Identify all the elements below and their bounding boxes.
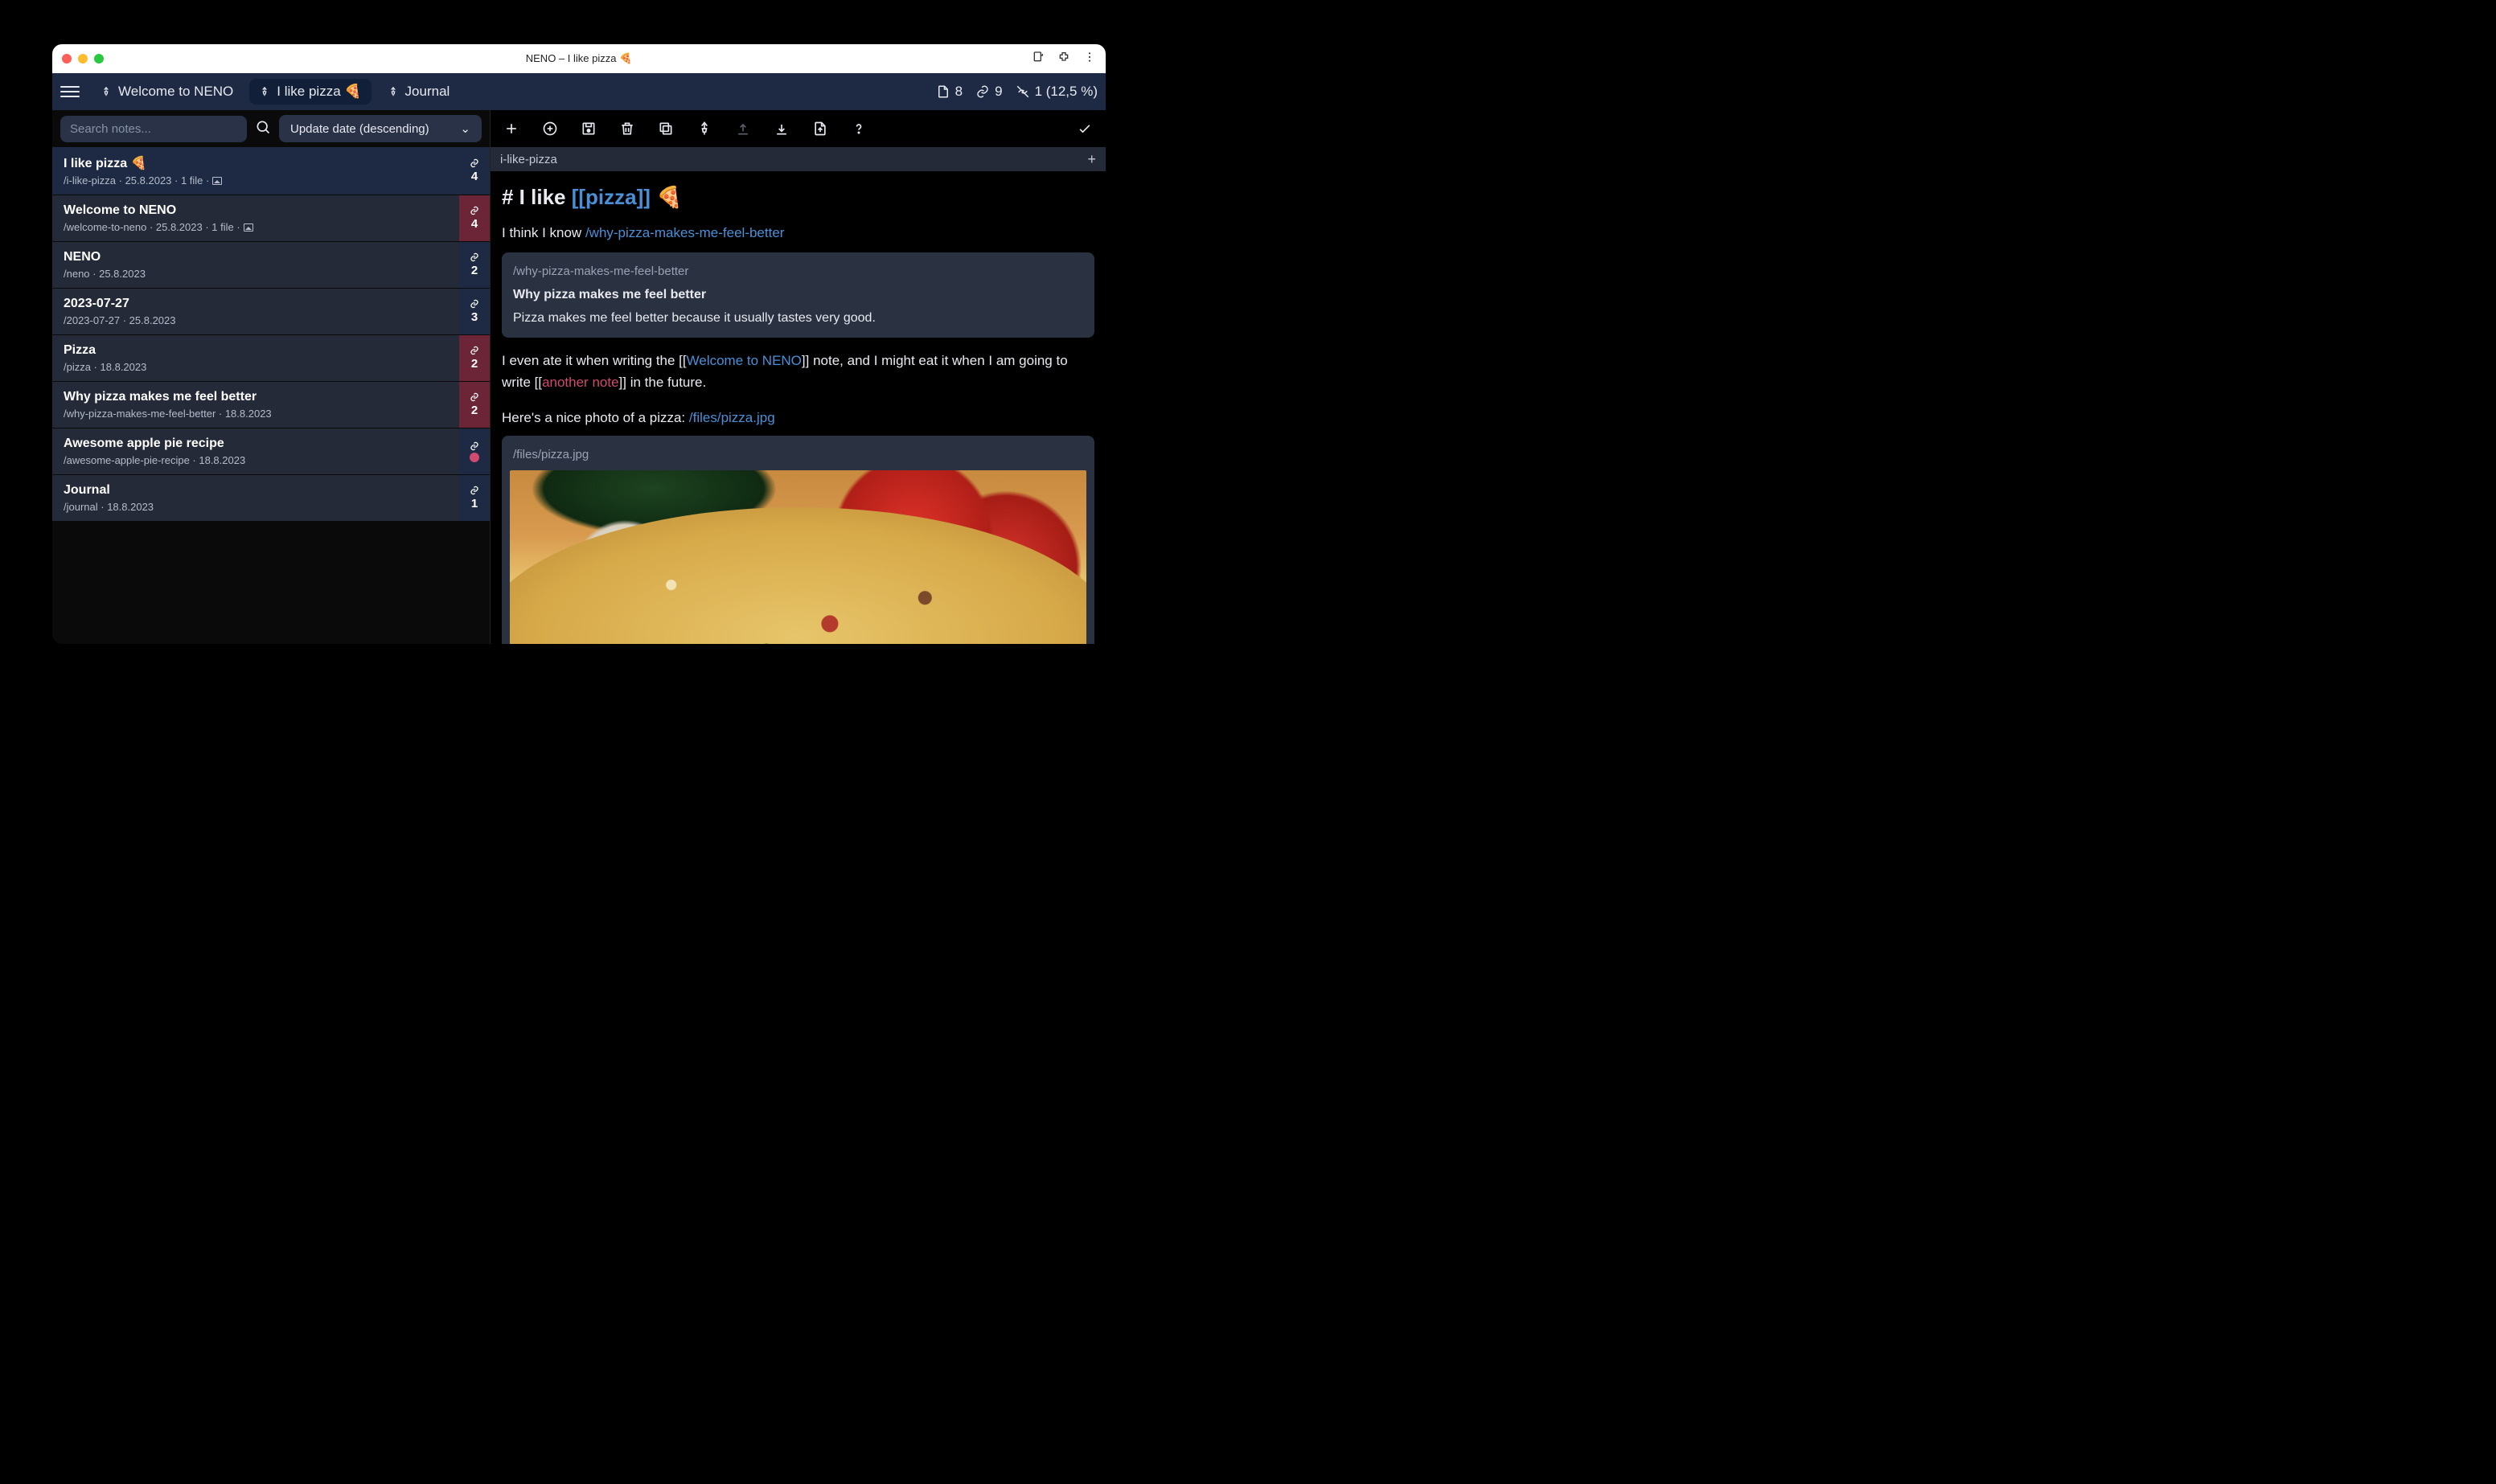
note-title: Why pizza makes me feel better (64, 390, 448, 404)
note-meta: /pizza · 18.8.2023 (64, 361, 448, 373)
maximize-window-button[interactable] (94, 54, 104, 64)
note-list-item[interactable]: Welcome to NENO/welcome-to-neno · 25.8.2… (52, 195, 490, 242)
topbar-stats: 8 9 1 (12,5 %) (936, 84, 1098, 100)
pinned-notes: Welcome to NENOI like pizza 🍕 Journal (91, 79, 459, 105)
note-title: Pizza (64, 343, 448, 358)
editor-line: Here's a nice photo of a pizza: /files/p… (502, 408, 1094, 428)
stat-links: 9 (975, 84, 1002, 100)
card-path: /why-pizza-makes-me-feel-better (513, 262, 1083, 281)
window-title: NENO – I like pizza 🍕 (526, 52, 633, 65)
link-icon (975, 84, 990, 99)
help-button[interactable] (851, 121, 867, 137)
image-icon (244, 223, 253, 232)
card-title: Why pizza makes me feel better (513, 285, 1083, 305)
note-meta: /welcome-to-neno · 25.8.2023 · 1 file · (64, 221, 448, 233)
note-list: I like pizza 🍕 /i-like-pizza · 25.8.2023 … (52, 147, 490, 644)
note-list-item[interactable]: 2023-07-27/2023-07-27 · 25.8.2023 3 (52, 289, 490, 335)
link-count-badge: 4 (459, 147, 490, 195)
note-heading: # I like [[pizza]] 🍕 (502, 181, 1094, 213)
link-count-badge: 2 (459, 335, 490, 381)
search-row: Update date (descending) ⌄ (52, 110, 490, 147)
stat-unlinked: 1 (12,5 %) (1016, 84, 1098, 100)
unlink-icon (1016, 84, 1030, 99)
note-meta: /journal · 18.8.2023 (64, 501, 448, 513)
link-count-badge: 4 (459, 195, 490, 241)
link-why-pizza[interactable]: /why-pizza-makes-me-feel-better (585, 225, 785, 240)
pinned-note-2[interactable]: Journal (378, 79, 460, 105)
slug-bar: i-like-pizza + (491, 147, 1106, 171)
note-list-item[interactable]: Why pizza makes me feel better/why-pizza… (52, 382, 490, 428)
image-path: /files/pizza.jpg (513, 445, 1083, 464)
content-pane: i-like-pizza + # I like [[pizza]] 🍕 I th… (491, 110, 1106, 644)
note-title: NENO (64, 250, 448, 264)
new-note-button[interactable] (503, 121, 519, 137)
add-slug-button[interactable]: + (1087, 151, 1096, 168)
editor[interactable]: # I like [[pizza]] 🍕 I think I know /why… (491, 171, 1106, 644)
link-count-badge: 2 (459, 382, 490, 428)
note-meta: /why-pizza-makes-me-feel-better · 18.8.2… (64, 408, 448, 420)
link-count-badge: 3 (459, 289, 490, 334)
note-title: Journal (64, 483, 448, 498)
link-pizza-file[interactable]: /files/pizza.jpg (689, 410, 775, 425)
note-meta: /neno · 25.8.2023 (64, 268, 448, 280)
pin-button[interactable] (696, 121, 712, 137)
done-button[interactable] (1077, 121, 1093, 137)
link-welcome[interactable]: Welcome to NENO (687, 353, 802, 368)
duplicate-button[interactable] (658, 121, 674, 137)
download-button[interactable] (774, 121, 790, 137)
app-topbar: Welcome to NENOI like pizza 🍕 Journal 8 9… (52, 73, 1106, 110)
search-input[interactable] (60, 116, 247, 142)
hamburger-menu-button[interactable] (60, 86, 80, 97)
close-window-button[interactable] (62, 54, 72, 64)
import-file-button[interactable] (812, 121, 828, 137)
chevron-down-icon: ⌄ (460, 121, 470, 136)
main-area: Update date (descending) ⌄ I like pizza … (52, 110, 1106, 644)
delete-button[interactable] (619, 121, 635, 137)
card-body: Pizza makes me feel better because it us… (513, 309, 1083, 329)
note-list-item[interactable]: Awesome apple pie recipe/awesome-apple-p… (52, 428, 490, 475)
note-list-item[interactable]: Journal/journal · 18.8.2023 1 (52, 475, 490, 522)
link-count-badge: 1 (459, 475, 490, 521)
note-title: Awesome apple pie recipe (64, 437, 448, 451)
note-list-item[interactable]: I like pizza 🍕 /i-like-pizza · 25.8.2023 … (52, 147, 490, 195)
editor-line: I even ate it when writing the [[Welcome… (502, 351, 1094, 393)
backlink-card[interactable]: /why-pizza-makes-me-feel-better Why pizz… (502, 252, 1094, 338)
pinned-note-1[interactable]: I like pizza 🍕 (249, 79, 371, 105)
browser-controls (1032, 51, 1096, 68)
stat-notes: 8 (936, 84, 963, 100)
titlebar: NENO – I like pizza 🍕 (52, 44, 1106, 73)
link-another-note[interactable]: another note (542, 375, 618, 390)
menu-dots-icon[interactable] (1083, 51, 1096, 68)
save-button[interactable] (581, 121, 597, 137)
note-list-item[interactable]: Pizza/pizza · 18.8.2023 2 (52, 335, 490, 382)
image-icon (212, 177, 222, 185)
sort-dropdown[interactable]: Update date (descending) ⌄ (279, 115, 482, 142)
image-card: /files/pizza.jpg (502, 436, 1094, 644)
editor-line: I think I know /why-pizza-makes-me-feel-… (502, 223, 1094, 244)
extensions-icon[interactable] (1057, 51, 1070, 68)
link-count-badge: 2 (459, 242, 490, 288)
page-action-icon[interactable] (1032, 51, 1045, 68)
search-icon[interactable] (255, 119, 271, 139)
note-title: Welcome to NENO (64, 203, 448, 218)
pizza-image[interactable] (510, 470, 1086, 644)
window-controls (62, 54, 104, 64)
note-slug: i-like-pizza (500, 153, 557, 166)
link-count-badge (459, 428, 490, 474)
note-title: 2023-07-27 (64, 297, 448, 311)
pinned-note-0[interactable]: Welcome to NENO (91, 79, 243, 105)
note-title: I like pizza 🍕 (64, 155, 448, 171)
add-circle-button[interactable] (542, 121, 558, 137)
minimize-window-button[interactable] (78, 54, 88, 64)
file-icon (936, 84, 950, 99)
upload-button[interactable] (735, 121, 751, 137)
sidebar: Update date (descending) ⌄ I like pizza … (52, 110, 491, 644)
note-meta: /awesome-apple-pie-recipe · 18.8.2023 (64, 454, 448, 466)
editor-toolbar (491, 110, 1106, 147)
note-list-item[interactable]: NENO/neno · 25.8.2023 2 (52, 242, 490, 289)
app-window: NENO – I like pizza 🍕 Welcome to NENOI l… (52, 44, 1106, 644)
note-meta: /i-like-pizza · 25.8.2023 · 1 file · (64, 174, 448, 187)
unsaved-dot-icon (470, 453, 479, 462)
note-meta: /2023-07-27 · 25.8.2023 (64, 314, 448, 326)
